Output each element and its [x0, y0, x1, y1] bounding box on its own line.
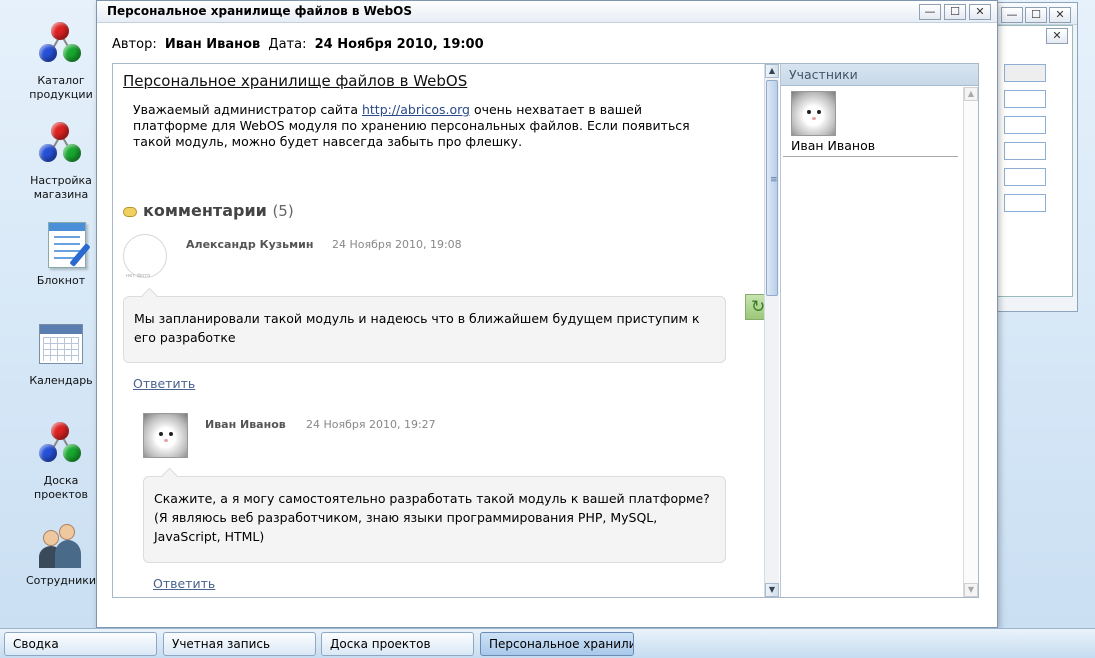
post-title[interactable]: Персональное хранилище файлов в WebOS [123, 72, 754, 90]
minimize-button[interactable]: — [919, 4, 941, 20]
content-frame: Персональное хранилище файлов в WebOS Ув… [112, 63, 979, 598]
taskbar-item-account[interactable]: Учетная запись [163, 632, 316, 656]
maximize-button[interactable]: ☐ [1025, 7, 1047, 23]
molecule-icon [37, 122, 85, 170]
post-meta: Автор: Иван Иванов Дата: 24 Ноября 2010,… [112, 37, 488, 52]
post-date: 24 Ноября 2010, 19:00 [314, 37, 484, 52]
background-window[interactable]: — ☐ ✕ ✕ [990, 2, 1078, 312]
comments-label: комментарии [143, 201, 267, 220]
input-field[interactable] [1004, 116, 1046, 134]
taskbar: Сводка Учетная запись Доска проектов Пер… [0, 628, 1095, 658]
scroll-up-arrow-icon[interactable]: ▲ [964, 87, 978, 101]
reply-link[interactable]: Ответить [153, 576, 215, 591]
post-scrollbar[interactable]: ▲ ▼ [764, 64, 779, 597]
taskbar-item-summary[interactable]: Сводка [4, 632, 157, 656]
members-scrollbar[interactable]: ▲ ▼ [963, 87, 978, 597]
desktop-icon-label: Доска проектов [34, 474, 88, 501]
scroll-up-arrow-icon[interactable]: ▲ [765, 64, 779, 78]
speech-bubble-icon [123, 206, 137, 217]
comments-count: (5) [272, 202, 294, 220]
maximize-button[interactable]: ☐ [944, 4, 966, 20]
taskbar-item-project-board[interactable]: Доска проектов [321, 632, 474, 656]
input-field[interactable] [1004, 194, 1046, 212]
post-pane: Персональное хранилище файлов в WebOS Ув… [113, 64, 764, 597]
comment-date: 24 Ноября 2010, 19:08 [332, 238, 462, 251]
author-name: Иван Иванов [164, 37, 261, 52]
post-body-text: Уважаемый администратор сайта [133, 102, 362, 117]
people-icon [37, 522, 85, 570]
input-field[interactable] [1004, 168, 1046, 186]
desktop-icon-shop-settings[interactable]: Настройка магазина [16, 122, 106, 202]
member-avatar[interactable] [791, 91, 836, 136]
molecule-icon [37, 22, 85, 70]
divider [783, 156, 958, 157]
desktop-icon-catalog[interactable]: Каталог продукции [16, 22, 106, 102]
background-dialog: ✕ [997, 25, 1073, 297]
comment-text: Скажите, а я могу самостоятельно разрабо… [143, 476, 726, 563]
avatar-placeholder: нет фото [123, 234, 167, 279]
avatar [143, 413, 188, 458]
input-field[interactable] [1004, 142, 1046, 160]
comment-date: 24 Ноября 2010, 19:27 [306, 418, 436, 431]
molecule-icon [37, 422, 85, 470]
window-title[interactable]: Персональное хранилище файлов в WebOS [97, 1, 997, 23]
desktop-icon-label: Настройка магазина [30, 174, 92, 201]
member-name[interactable]: Иван Иванов [791, 138, 875, 153]
scroll-down-arrow-icon[interactable]: ▼ [765, 583, 779, 597]
input-field[interactable] [1004, 64, 1046, 82]
scrollbar-thumb[interactable] [766, 80, 778, 296]
desktop-icon-calendar[interactable]: Календарь [16, 322, 106, 388]
comment-text: Мы запланировали такой модуль и надеюсь … [123, 296, 726, 363]
comment-author: Иван Иванов [205, 418, 286, 431]
post-link[interactable]: http://abricos.org [362, 102, 470, 117]
desktop-icon-label: Каталог продукции [29, 74, 93, 101]
author-label: Автор: [112, 37, 157, 52]
desktop-icon-project-board[interactable]: Доска проектов [16, 422, 106, 502]
input-field[interactable] [1004, 90, 1046, 108]
notepad-icon [37, 222, 91, 270]
members-panel: Участники Иван Иванов ▲ ▼ [780, 64, 978, 597]
comment-author: Александр Кузьмин [186, 238, 314, 251]
close-button[interactable]: ✕ [1046, 28, 1068, 44]
post-body: Уважаемый администратор сайта http://abr… [133, 102, 703, 150]
refresh-icon[interactable] [745, 294, 764, 320]
desktop-icon-label: Календарь [29, 374, 93, 387]
desktop-icon-employees[interactable]: Сотрудники [16, 522, 106, 588]
scroll-down-arrow-icon[interactable]: ▼ [964, 583, 978, 597]
comments-header: комментарии (5) [123, 201, 294, 220]
date-label: Дата: [268, 37, 307, 52]
no-photo-text: нет фото [126, 273, 151, 279]
calendar-icon [37, 322, 85, 370]
minimize-button[interactable]: — [1001, 7, 1023, 23]
members-header: Участники [781, 64, 978, 86]
desktop-icon-label: Сотрудники [25, 574, 97, 587]
close-button[interactable]: ✕ [1049, 7, 1071, 23]
taskbar-item-personal-storage[interactable]: Персональное хранили [480, 632, 634, 656]
reply-link[interactable]: Ответить [133, 376, 195, 391]
desktop-icon-label: Блокнот [36, 274, 86, 287]
main-window: Персональное хранилище файлов в WebOS — … [96, 0, 998, 628]
close-button[interactable]: ✕ [969, 4, 991, 20]
desktop-icon-notepad[interactable]: Блокнот [16, 222, 106, 288]
